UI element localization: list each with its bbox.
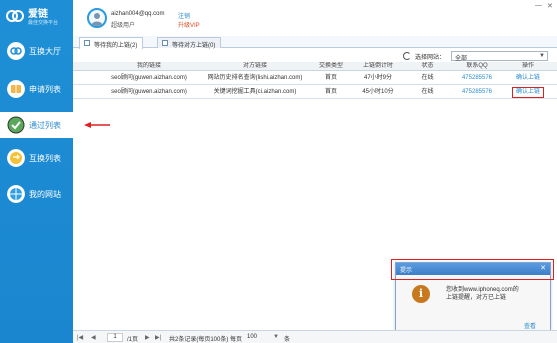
chevron-down-icon: ▼ [539,53,545,59]
upgrade-vip-link[interactable]: 升级VIP [178,20,200,29]
user-email: aizhan004@qq.com [111,11,165,17]
page-input[interactable]: 1 [107,333,123,342]
refresh-icon[interactable] [403,52,411,60]
close-icon[interactable]: ✕ [540,264,546,272]
tab-icon [84,40,90,46]
per-page-unit: 条 [284,337,291,343]
minimize-icon[interactable]: — [535,2,542,9]
per-page-label: 每页 [230,337,243,343]
pager: |◀ ◀ 1 /1页 ▶ ▶| 共2条记录(每页100条) 每页 100 ▼ 条 [73,330,557,343]
close-icon[interactable]: ✕ [547,2,553,10]
col-header: 操作 [521,63,534,69]
their-link-cell: 网站历史排名查询(lishi.aizhan.com) [207,75,303,81]
last-page-icon[interactable]: ▶| [155,334,161,341]
sidebar-item-approved-list[interactable]: 通过列表 [0,112,73,138]
chain-icon [7,42,25,60]
popup-message-line: 上链提醒，对方已上链 [446,295,507,301]
record-summary: 共2条记录(每页100条) [169,337,229,343]
type-cell: 首页 [324,89,337,95]
swap-icon [7,149,25,167]
confirm-link-cell: 确认上链 [503,85,553,98]
check-circle-icon [7,116,25,134]
status-cell: 在线 [421,75,434,81]
countdown-cell: 47小时9分 [363,75,392,81]
sidebar-item-apply-list[interactable]: 申请列表 [0,76,73,102]
table-row[interactable]: seo顾问(guwen.aizhan.com) 关键词挖掘工具(ci.aizha… [73,85,557,99]
table-header: 我的链接 对方链接 交换类型 上链倒计时 状态 联系QQ 操作 [73,62,557,71]
user-type: 超级用户 [111,23,136,29]
popup-body: i 您收到www.iphoneq.com的 上链提醒，对方已上链 查看 [396,275,550,331]
col-header[interactable]: 我的链接 [98,62,200,70]
brand-name: 爱链 [28,9,48,20]
book-icon [7,80,25,98]
sidebar-item-my-site[interactable]: 我的网站 [0,181,73,207]
sidebar-item-swap-list[interactable]: 互换列表 [0,145,73,171]
link-logo-icon [6,10,24,22]
table-row[interactable]: seo顾问(guwen.aizhan.com) 网站历史排名查询(lishi.a… [73,71,557,85]
view-link[interactable]: 查看 [524,321,536,330]
sidebar: 爱链 最佳交换平台 互换大厅 申请列表 通过列表 互换列表 我的网站 [0,0,73,343]
filter-row: 选择网站： 全部 ▼ [73,49,557,63]
filter-label: 选择网站： [415,55,446,61]
sidebar-item-exchange-hall[interactable]: 互换大厅 [0,38,73,64]
notification-popup: 提示 ✕ i 您收到www.iphoneq.com的 上链提醒，对方已上链 查看 [395,262,551,331]
col-header[interactable]: 上链倒计时 [352,62,404,70]
user-icon [91,13,103,26]
type-cell: 首页 [324,75,337,81]
sidebar-item-label: 我的网站 [29,190,61,199]
qq-link[interactable]: 475285576 [451,71,503,84]
tab-waiting-mine[interactable]: 等待我的上链(2) [79,37,144,49]
app-window: 爱链 最佳交换平台 互换大厅 申请列表 通过列表 互换列表 我的网站 aizha… [0,0,557,343]
sidebar-item-label: 申请列表 [29,85,61,94]
link-table: 我的链接 对方链接 交换类型 上链倒计时 状态 联系QQ 操作 seo顾问(gu… [73,62,557,99]
next-page-icon[interactable]: ▶ [145,334,150,341]
total-pages: /1页 [127,337,139,343]
brand: 爱链 最佳交换平台 [4,4,70,30]
chevron-down-icon[interactable]: ▼ [273,334,279,340]
popup-title-bar: 提示 ✕ [396,263,550,275]
per-page-value[interactable]: 100 [247,334,257,340]
sidebar-item-label: 互换列表 [29,154,61,163]
col-header [73,62,98,70]
tab-icon [162,40,168,46]
my-link-cell: seo顾问(guwen.aizhan.com) [111,89,187,95]
my-link-cell: seo顾问(guwen.aizhan.com) [111,75,187,81]
sidebar-item-label: 通过列表 [29,121,61,130]
globe-icon [7,185,25,203]
status-cell: 在线 [421,89,434,95]
site-select[interactable]: 全部 ▼ [451,51,548,62]
first-page-icon[interactable]: |◀ [77,334,83,341]
col-header[interactable]: 状态 [404,62,451,70]
countdown-cell: 45小时10分 [362,89,394,95]
header: aizhan004@qq.com 超级用户 注销 升级VIP — ✕ [73,0,557,36]
brand-tagline: 最佳交换平台 [28,20,59,26]
qq-link[interactable]: 475285576 [451,85,503,98]
col-header[interactable]: 交换类型 [310,62,352,70]
confirm-link-button[interactable]: 确认上链 [503,71,553,84]
prev-page-icon[interactable]: ◀ [91,334,96,341]
col-header[interactable]: 联系QQ [451,62,503,70]
tab-waiting-theirs[interactable]: 等待对方上链(0) [157,37,222,49]
popup-title: 提示 [400,268,413,274]
their-link-cell: 关键词挖掘工具(ci.aizhan.com) [213,89,297,95]
avatar[interactable] [87,8,107,28]
confirm-link-button[interactable]: 确认上链 [511,87,544,98]
logout-link[interactable]: 注销 [178,11,190,20]
tab-bar: 等待我的上链(2) 等待对方上链(0) [73,36,557,49]
sidebar-item-label: 互换大厅 [29,47,61,56]
arrow-left-icon [84,122,110,128]
info-icon: i [412,285,430,303]
col-header[interactable]: 对方链接 [200,62,310,70]
